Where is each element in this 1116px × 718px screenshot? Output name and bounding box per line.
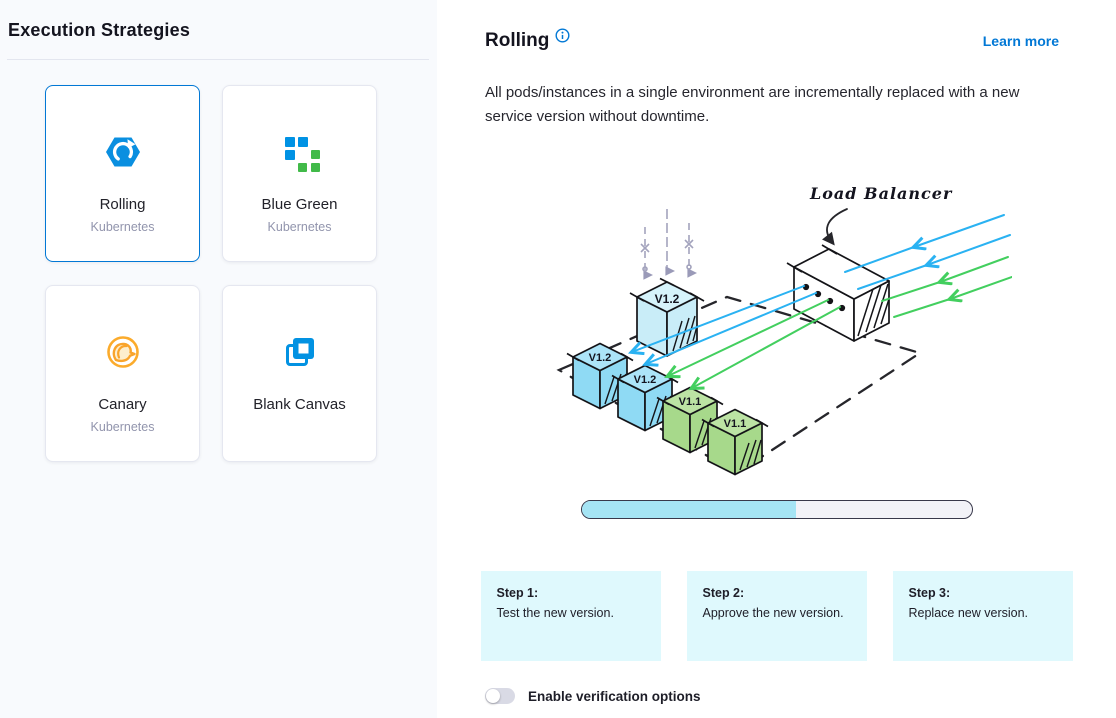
- canary-icon: [103, 332, 143, 372]
- load-balancer-label: Load Balancer: [809, 184, 953, 203]
- pod-version-label: V1.2: [633, 374, 656, 386]
- pod-version-label: V1.2: [588, 352, 611, 364]
- toggle-knob: [486, 689, 500, 703]
- rolling-illustration: V1.2: [437, 165, 1116, 485]
- step-title: Step 3:: [909, 586, 1063, 600]
- detail-title: Rolling: [485, 30, 549, 52]
- step-card-1: Step 1: Test the new version.: [481, 571, 661, 661]
- rollout-progress-bar: [581, 500, 973, 519]
- step-card-3: Step 3: Replace new version.: [893, 571, 1073, 661]
- step-description: Approve the new version.: [703, 606, 857, 620]
- detail-header: Rolling Learn more: [437, 0, 1116, 53]
- load-balancer-callout: Load Balancer: [809, 184, 953, 242]
- strategy-sublabel: Kubernetes: [91, 420, 155, 434]
- info-icon[interactable]: [555, 28, 570, 43]
- blank-canvas-icon: [280, 332, 320, 372]
- step-card-2: Step 2: Approve the new version.: [687, 571, 867, 661]
- progress-fill: [582, 501, 797, 518]
- step-description: Replace new version.: [909, 606, 1063, 620]
- strategy-card-canary[interactable]: Canary Kubernetes: [45, 285, 200, 462]
- strategy-label: Blank Canvas: [253, 396, 346, 413]
- strategy-sublabel: Kubernetes: [91, 220, 155, 234]
- strategy-sublabel: Kubernetes: [268, 220, 332, 234]
- verification-toggle-row: Enable verification options: [485, 688, 1116, 704]
- floating-pod-v12: V1.2: [630, 209, 704, 356]
- steps-row: Step 1: Test the new version. Step 2: Ap…: [481, 571, 1073, 661]
- title-divider: [7, 59, 429, 60]
- rolling-icon: [103, 132, 143, 172]
- strategy-label: Blue Green: [262, 196, 338, 213]
- pod-version-label: V1.1: [678, 396, 701, 408]
- verification-toggle-label: Enable verification options: [528, 689, 701, 704]
- step-title: Step 1:: [497, 586, 651, 600]
- strategy-label: Rolling: [100, 196, 146, 213]
- strategy-label: Canary: [98, 396, 146, 413]
- pod-version-label: V1.2: [654, 292, 679, 306]
- learn-more-link[interactable]: Learn more: [983, 33, 1059, 49]
- strategy-card-rolling[interactable]: Rolling Kubernetes: [45, 85, 200, 262]
- execution-strategies-panel: Execution Strategies Rolling Kubernetes: [0, 0, 437, 718]
- strategy-card-blue-green[interactable]: Blue Green Kubernetes: [222, 85, 377, 262]
- verification-toggle[interactable]: [485, 688, 515, 704]
- step-title: Step 2:: [703, 586, 857, 600]
- page-title: Execution Strategies: [8, 20, 429, 41]
- step-description: Test the new version.: [497, 606, 651, 620]
- strategy-card-blank-canvas[interactable]: Blank Canvas: [222, 285, 377, 462]
- pod-version-label: V1.1: [723, 418, 746, 430]
- blue-green-icon: [280, 132, 320, 172]
- strategy-description: All pods/instances in a single environme…: [485, 81, 1059, 129]
- strategy-detail-panel: Rolling Learn more All pods/instances in…: [437, 0, 1116, 718]
- strategy-card-grid: Rolling Kubernetes Blue Green Kubernetes: [45, 85, 437, 462]
